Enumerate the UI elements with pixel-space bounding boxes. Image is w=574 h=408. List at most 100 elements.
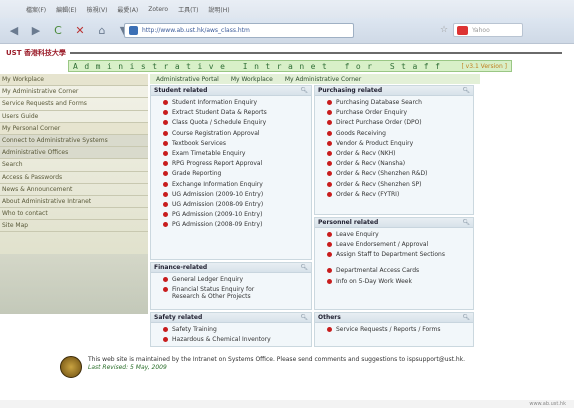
link-text: Grade Reporting: [172, 170, 222, 178]
list-item[interactable]: PG Admission (2009-10 Entry): [163, 211, 311, 221]
bullet-icon: [327, 161, 332, 167]
list-item[interactable]: Safety Training: [163, 326, 311, 336]
sidebar-item-access-passwords[interactable]: Access & Passwords: [0, 172, 148, 184]
list-item[interactable]: Hazardous & Chemical Inventory: [163, 336, 311, 346]
tab-bar: Administrative Portal My Workplace My Ad…: [150, 74, 480, 84]
link-text: Exam Timetable Enquiry: [172, 149, 246, 157]
menu-item-zotero[interactable]: Zotero: [148, 6, 168, 13]
safety-panel: Safety related 🔍︎ Safety Training Hazardo…: [150, 312, 312, 347]
sidebar-item-personal-corner[interactable]: My Personal Corner: [0, 122, 148, 135]
status-bar: www.ab.ust.hk: [0, 400, 574, 408]
sidebar-item-admin-offices[interactable]: Administrative Offices: [0, 147, 148, 160]
finance-list: General Ledger Enquiry Financial Status …: [151, 273, 311, 302]
link-text: Purchasing Database Search: [336, 99, 422, 106]
list-item[interactable]: Exchange Information Enquiry: [163, 181, 311, 191]
menu-item-favorites[interactable]: 最愛(A): [117, 5, 138, 14]
address-bar[interactable]: http://www.ab.ust.hk/aws_class.htm: [124, 23, 354, 38]
bullet-icon: [163, 327, 168, 332]
forward-icon[interactable]: ▶: [28, 23, 44, 39]
sidebar-item-news[interactable]: News & Announcement: [0, 184, 148, 196]
banner-title: Administrative Intranet for Staff: [73, 61, 447, 71]
campus-photo: [0, 254, 148, 314]
menu-item-view[interactable]: 檢視(V): [87, 5, 108, 14]
list-item[interactable]: General Ledger Enquiry: [163, 276, 311, 286]
tab-my-workplace[interactable]: My Workplace: [231, 76, 273, 83]
list-item[interactable]: RPG Progress Report Approval: [163, 160, 311, 170]
menu-item-help[interactable]: 說明(H): [208, 5, 229, 14]
list-item[interactable]: Student Information Enquiry: [163, 99, 311, 109]
search-input[interactable]: Yahoo: [453, 23, 524, 37]
back-icon[interactable]: ◀: [6, 23, 22, 39]
star-icon[interactable]: ☆: [440, 25, 448, 35]
finance-panel: Finance-related 🔍︎ General Ledger Enquiry…: [150, 262, 312, 310]
list-item[interactable]: Leave Enquiry: [327, 231, 473, 241]
list-item[interactable]: PG Admission (2008-09 Entry): [163, 221, 311, 231]
reload-icon[interactable]: C: [50, 23, 66, 39]
link-text: Student Information Enquiry: [172, 99, 258, 106]
sidebar-item-who-to-contact[interactable]: Who to contact: [0, 208, 148, 221]
link-text: Order & Recv (Shenzhen SP): [336, 180, 422, 188]
menu-item-file[interactable]: 檔案(F): [26, 5, 46, 14]
search-engine-icon: [457, 26, 469, 35]
search-icon[interactable]: 🔍︎: [462, 87, 470, 94]
list-item[interactable]: Order & Recv (Nansha): [327, 160, 473, 170]
tab-admin-portal[interactable]: Administrative Portal: [156, 76, 219, 83]
purchasing-list: Purchasing Database Search Purchase Orde…: [315, 96, 473, 201]
list-item[interactable]: Textbook Services: [163, 140, 311, 150]
sidebar-item-service-requests[interactable]: Service Requests and Forms: [0, 98, 148, 111]
university-logo: UST 香港科技大學: [6, 49, 66, 57]
bullet-icon: [327, 191, 332, 197]
menu-item-tools[interactable]: 工具(T): [178, 5, 198, 14]
list-item[interactable]: Info on 5-Day Work Week: [327, 278, 473, 288]
sidebar-item-about[interactable]: About Administrative Intranet: [0, 196, 148, 209]
list-item[interactable]: Financial Status Enquiry for Research & …: [163, 286, 311, 302]
list-item[interactable]: Order & Recv (Shenzhen SP): [327, 181, 473, 191]
menu-item-edit[interactable]: 編輯(E): [56, 5, 76, 14]
link-text: PG Admission (2008-09 Entry): [172, 221, 263, 229]
student-panel-title: Student related: [154, 87, 208, 94]
list-item[interactable]: Purchase Order Enquiry: [327, 109, 473, 119]
home-icon[interactable]: ⌂: [94, 23, 110, 39]
bullet-icon: [163, 191, 168, 197]
sidebar-item-search[interactable]: Search: [0, 159, 148, 172]
list-item[interactable]: Order & Recv (Shenzhen R&D): [327, 170, 473, 180]
list-item[interactable]: Assign Staff to Department Sections: [327, 251, 473, 267]
search-icon[interactable]: 🔍︎: [462, 314, 470, 321]
list-item[interactable]: Purchasing Database Search: [327, 99, 473, 109]
sidebar-item-my-workplace[interactable]: My Workplace: [0, 74, 148, 87]
sidebar-item-admin-corner[interactable]: My Administrative Corner: [0, 86, 148, 99]
bullet-icon: [327, 327, 332, 332]
link-text: Service Requests / Reports / Forms: [336, 326, 441, 333]
bullet-icon: [163, 287, 168, 293]
sidebar-item-connect-systems[interactable]: Connect to Administrative Systems: [0, 134, 148, 148]
list-item[interactable]: Order & Recv (FYTRI): [327, 191, 473, 201]
list-item[interactable]: Order & Recv (NKH): [327, 150, 473, 160]
search-placeholder: Yahoo: [472, 26, 490, 34]
tab-my-admin-corner[interactable]: My Administrative Corner: [285, 76, 361, 83]
link-text: General Ledger Enquiry: [172, 276, 244, 283]
list-item[interactable]: Grade Reporting: [163, 170, 311, 180]
list-item[interactable]: Course Registration Approval: [163, 130, 311, 140]
list-item[interactable]: Exam Timetable Enquiry: [163, 150, 311, 160]
list-item[interactable]: Leave Endorsement / Approval: [327, 241, 473, 251]
list-item[interactable]: Vendor & Product Enquiry: [327, 140, 473, 150]
list-item[interactable]: Departmental Access Cards: [327, 267, 473, 277]
search-icon[interactable]: 🔍︎: [462, 219, 470, 226]
search-icon[interactable]: 🔍︎: [300, 87, 308, 94]
list-item[interactable]: Direct Purchase Order (DPO): [327, 119, 473, 129]
stop-icon[interactable]: ✕: [72, 23, 88, 39]
list-item[interactable]: Goods Receiving: [327, 130, 473, 140]
list-item[interactable]: Extract Student Data & Reports: [163, 109, 311, 119]
sidebar-item-site-map[interactable]: Site Map: [0, 220, 148, 233]
link-text: Order & Recv (NKH): [336, 149, 396, 157]
safety-list: Safety Training Hazardous & Chemical Inv…: [151, 323, 311, 346]
search-icon[interactable]: 🔍︎: [300, 264, 308, 271]
link-text: Extract Student Data & Reports: [172, 109, 267, 117]
sidebar-item-users-guide[interactable]: Users Guide: [0, 111, 148, 123]
list-item[interactable]: UG Admission (2008-09 Entry): [163, 201, 311, 211]
purchasing-panel-title: Purchasing related: [318, 87, 383, 94]
list-item[interactable]: Class Quota / Schedule Enquiry: [163, 119, 311, 129]
list-item[interactable]: Service Requests / Reports / Forms: [327, 326, 473, 336]
search-icon[interactable]: 🔍︎: [300, 314, 308, 321]
list-item[interactable]: UG Admission (2009-10 Entry): [163, 191, 311, 201]
